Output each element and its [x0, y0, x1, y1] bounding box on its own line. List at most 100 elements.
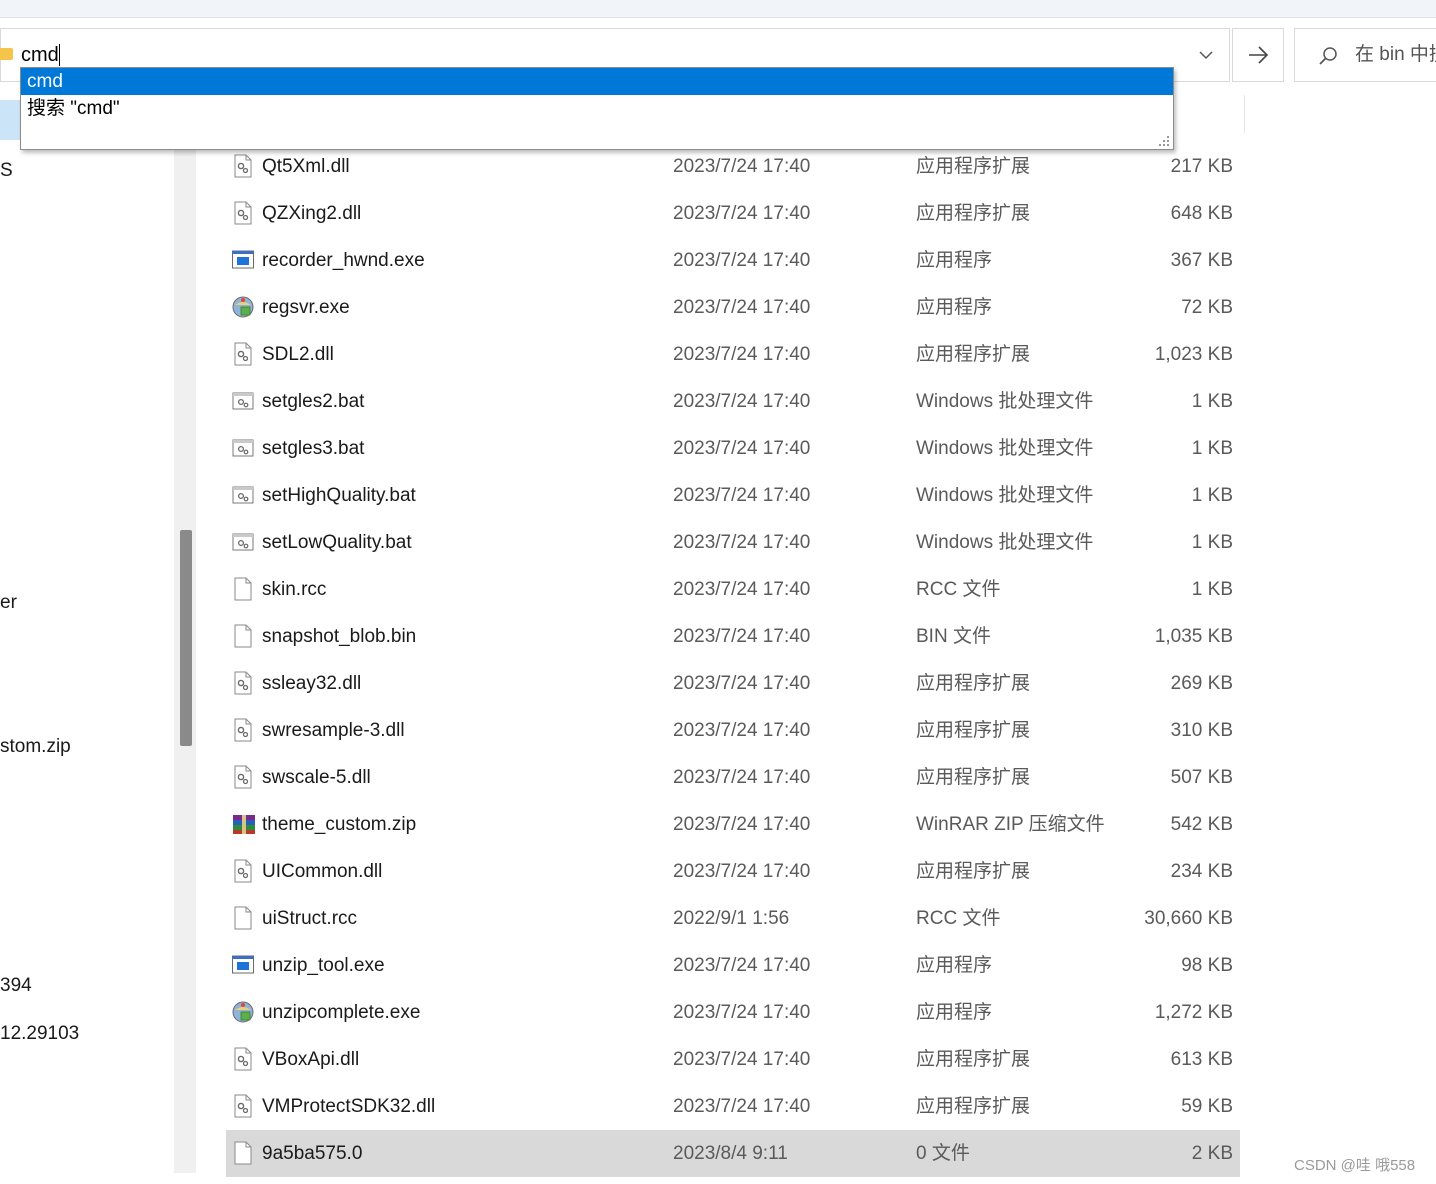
file-row[interactable]: Qt5Xml.dll 2023/7/24 17:40 应用程序扩展 217 KB: [226, 143, 1240, 190]
file-row[interactable]: setgles2.bat 2023/7/24 17:40 Windows 批处理文件…: [226, 378, 1240, 425]
file-row[interactable]: SDL2.dll 2023/7/24 17:40 应用程序扩展 1,023 KB: [226, 331, 1240, 378]
file-date-modified: 2023/7/24 17:40: [673, 1096, 811, 1117]
exe-window-icon: [232, 953, 254, 977]
file-date-modified: 2023/7/24 17:40: [673, 1002, 811, 1023]
file-type: 应用程序: [916, 955, 993, 976]
sidebar-item[interactable]: er: [0, 591, 17, 615]
file-date-modified: 2022/9/1 1:56: [673, 908, 790, 929]
file-type: 应用程序扩展: [916, 1049, 1031, 1070]
file-name: VMProtectSDK32.dll: [262, 1096, 436, 1117]
file-row[interactable]: uiStruct.rcc 2022/9/1 1:56 RCC 文件 30,660 KB: [226, 895, 1240, 942]
file-name: uiStruct.rcc: [262, 908, 358, 929]
sidebar-scrollbar-thumb[interactable]: [180, 530, 192, 746]
search-box[interactable]: 在 bin 中搜索: [1294, 28, 1436, 82]
file-type: BIN 文件: [916, 626, 991, 647]
file-row[interactable]: QZXing2.dll 2023/7/24 17:40 应用程序扩展 648 KB: [226, 190, 1240, 237]
file-date-modified: 2023/7/24 17:40: [673, 344, 811, 365]
file-type: 应用程序扩展: [916, 203, 1031, 224]
file-type: 应用程序扩展: [916, 1096, 1031, 1117]
file-size: 1 KB: [1191, 438, 1233, 459]
sidebar-selection[interactable]: [0, 100, 20, 140]
search-icon: [1317, 45, 1339, 67]
file-row[interactable]: recorder_hwnd.exe 2023/7/24 17:40 应用程序 367 …: [226, 237, 1240, 284]
file-row[interactable]: ssleay32.dll 2023/7/24 17:40 应用程序扩展 269 KB: [226, 660, 1240, 707]
file-row[interactable]: setHighQuality.bat 2023/7/24 17:40 Windows…: [226, 472, 1240, 519]
chevron-down-icon[interactable]: [1198, 45, 1214, 65]
file-type: 应用程序扩展: [916, 861, 1031, 882]
file-type: 应用程序: [916, 1002, 993, 1023]
file-date-modified: 2023/7/24 17:40: [673, 579, 811, 600]
blank-file-icon: [232, 1141, 254, 1165]
navigation-pane: S er stom.zip 394 12.29103: [0, 95, 196, 1184]
bat-icon: [232, 436, 254, 460]
file-row[interactable]: regsvr.exe 2023/7/24 17:40 应用程序 72 KB: [226, 284, 1240, 331]
file-name: setLowQuality.bat: [262, 532, 412, 553]
autocomplete-item-search[interactable]: 搜索 "cmd": [21, 95, 1173, 122]
file-type: Windows 批处理文件: [916, 532, 1094, 553]
file-date-modified: 2023/7/24 17:40: [673, 203, 811, 224]
resize-grip-icon[interactable]: [1158, 134, 1170, 146]
file-name: regsvr.exe: [262, 297, 350, 318]
file-row[interactable]: VMProtectSDK32.dll 2023/7/24 17:40 应用程序扩展 5…: [226, 1083, 1240, 1130]
file-date-modified: 2023/7/24 17:40: [673, 720, 811, 741]
address-input[interactable]: cmd: [21, 43, 59, 67]
dll-icon: [232, 671, 254, 695]
dll-icon: [232, 1094, 254, 1118]
file-row[interactable]: setgles3.bat 2023/7/24 17:40 Windows 批处理文件…: [226, 425, 1240, 472]
file-size: 59 KB: [1181, 1096, 1233, 1117]
sidebar-item[interactable]: S: [0, 159, 13, 183]
sidebar-item[interactable]: stom.zip: [0, 735, 71, 759]
text-caret: [59, 44, 60, 66]
file-date-modified: 2023/7/24 17:40: [673, 438, 811, 459]
file-row[interactable]: theme_custom.zip 2023/7/24 17:40 WinRAR ZI…: [226, 801, 1240, 848]
search-placeholder[interactable]: 在 bin 中搜索: [1355, 43, 1436, 67]
window-top-strip: [0, 0, 1436, 18]
file-row[interactable]: skin.rcc 2023/7/24 17:40 RCC 文件 1 KB: [226, 566, 1240, 613]
file-row[interactable]: snapshot_blob.bin 2023/7/24 17:40 BIN 文件 1,…: [226, 613, 1240, 660]
winrar-archive-icon: [232, 812, 255, 836]
file-name: QZXing2.dll: [262, 203, 362, 224]
file-row[interactable]: UICommon.dll 2023/7/24 17:40 应用程序扩展 234 KB: [226, 848, 1240, 895]
dll-icon: [232, 201, 254, 225]
file-name: unzipcomplete.exe: [262, 1002, 421, 1023]
dll-icon: [232, 154, 254, 178]
file-name: UICommon.dll: [262, 861, 383, 882]
file-type: 应用程序扩展: [916, 156, 1031, 177]
file-size: 217 KB: [1170, 156, 1233, 177]
sidebar-item[interactable]: 394: [0, 974, 32, 998]
bat-icon: [232, 530, 254, 554]
file-row[interactable]: 9a5ba575.0 2023/8/4 9:11 0 文件 2 KB: [226, 1130, 1240, 1177]
blank-file-icon: [232, 906, 254, 930]
file-row[interactable]: unzip_tool.exe 2023/7/24 17:40 应用程序 98 KB: [226, 942, 1240, 989]
file-date-modified: 2023/7/24 17:40: [673, 626, 811, 647]
folder-icon: [0, 48, 13, 60]
file-size: 269 KB: [1170, 673, 1233, 694]
file-type: 应用程序: [916, 297, 993, 318]
go-button[interactable]: [1232, 28, 1284, 82]
blank-file-icon: [232, 577, 254, 601]
arrow-right-icon: [1249, 46, 1269, 64]
file-row[interactable]: unzipcomplete.exe 2023/7/24 17:40 应用程序 1,27…: [226, 989, 1240, 1036]
file-name: VBoxApi.dll: [262, 1049, 360, 1070]
dll-icon: [232, 1047, 254, 1071]
file-row[interactable]: VBoxApi.dll 2023/7/24 17:40 应用程序扩展 613 KB: [226, 1036, 1240, 1083]
sidebar-item[interactable]: 12.29103: [0, 1022, 79, 1046]
file-type: Windows 批处理文件: [916, 391, 1094, 412]
file-date-modified: 2023/7/24 17:40: [673, 767, 811, 788]
file-type: 应用程序扩展: [916, 673, 1031, 694]
file-size: 1 KB: [1191, 485, 1233, 506]
autocomplete-item-cmd[interactable]: cmd: [21, 68, 1173, 95]
file-size: 1 KB: [1191, 532, 1233, 553]
dll-icon: [232, 718, 254, 742]
file-name: swscale-5.dll: [262, 767, 371, 788]
file-type: 0 文件: [916, 1143, 970, 1164]
file-size: 72 KB: [1181, 297, 1233, 318]
installer-globe-icon: [232, 295, 254, 319]
file-name: setgles2.bat: [262, 391, 365, 412]
file-row[interactable]: swresample-3.dll 2023/7/24 17:40 应用程序扩展 310…: [226, 707, 1240, 754]
file-row[interactable]: swscale-5.dll 2023/7/24 17:40 应用程序扩展 507 KB: [226, 754, 1240, 801]
file-size: 234 KB: [1170, 861, 1233, 882]
file-type: 应用程序: [916, 250, 993, 271]
file-size: 367 KB: [1170, 250, 1233, 271]
file-row[interactable]: setLowQuality.bat 2023/7/24 17:40 Windows …: [226, 519, 1240, 566]
